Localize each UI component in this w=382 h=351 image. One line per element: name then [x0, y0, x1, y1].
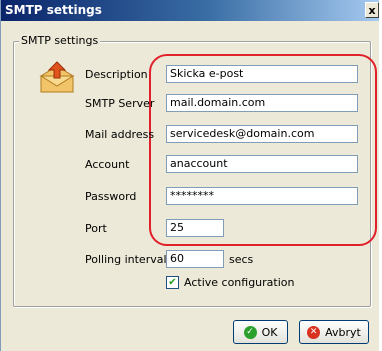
mail-icon [39, 61, 75, 93]
active-configuration-label[interactable]: Active configuration [184, 276, 295, 289]
smtp-server-field[interactable]: mail.domain.com [166, 94, 358, 112]
description-label: Description [85, 68, 148, 81]
title-bar: SMTP settings x [1, 0, 379, 21]
account-field[interactable]: anaccount [166, 155, 358, 173]
active-configuration-checkbox[interactable]: ✔ [166, 276, 179, 289]
password-label: Password [85, 190, 137, 203]
mail-address-field[interactable]: servicedesk@domain.com [166, 125, 358, 143]
port-field[interactable]: 25 [166, 219, 224, 237]
ok-button-label: OK [261, 325, 278, 339]
ok-button[interactable]: ✓ OK [233, 320, 288, 344]
polling-interval-field[interactable]: 60 [166, 250, 224, 268]
account-label: Account [85, 158, 130, 171]
smtp-settings-dialog: SMTP settings x SMTP settings Descriptio… [0, 0, 379, 351]
smtp-server-label: SMTP Server [85, 97, 155, 110]
close-button[interactable]: x [365, 2, 379, 18]
description-field[interactable]: Skicka e-post [166, 65, 358, 83]
cancel-icon: ✕ [307, 325, 321, 339]
port-label: Port [85, 222, 107, 235]
cancel-button-label: Avbryt [325, 325, 361, 339]
password-field[interactable]: ******** [166, 187, 358, 205]
check-icon: ✓ [243, 325, 257, 339]
window-title: SMTP settings [5, 3, 102, 17]
group-label: SMTP settings [19, 34, 101, 47]
polling-interval-label: Polling interval [85, 253, 167, 266]
polling-unit-label: secs [229, 253, 254, 266]
cancel-button[interactable]: ✕ Avbryt [299, 320, 369, 344]
mail-address-label: Mail address [85, 128, 155, 141]
